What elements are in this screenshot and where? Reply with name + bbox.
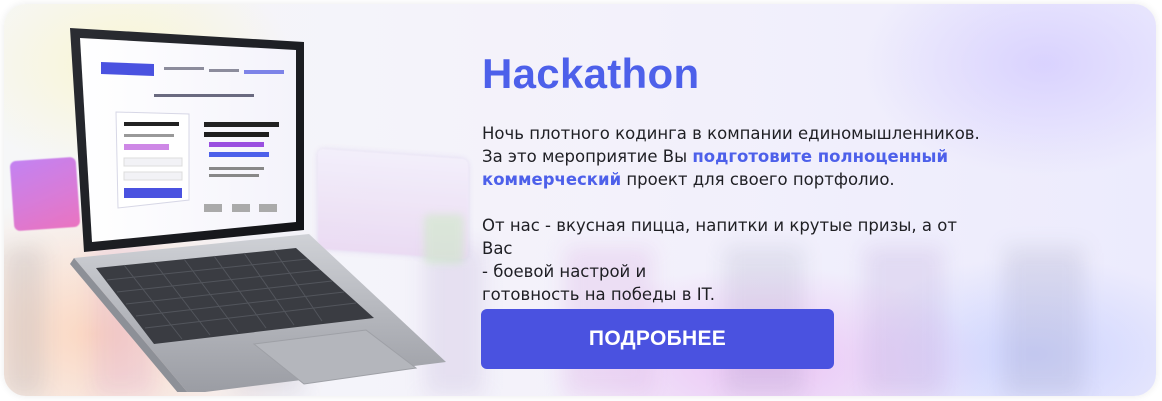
description-line: За это мероприятие Вы подготовите полноц… <box>482 145 982 168</box>
description-line: - боевой настрой и <box>482 262 647 281</box>
description-line: Ночь плотного кодинга в компании единомы… <box>482 124 980 143</box>
description-line: коммерческий проект для своего портфолио… <box>482 168 982 191</box>
description-line: От нас - вкусная пицца, напитки и крутые… <box>482 216 957 258</box>
description-line: готовность на победы в IT. <box>482 285 715 304</box>
highlight-text: коммерческий <box>482 170 622 189</box>
text-span: проект для своего портфолио. <box>621 170 895 189</box>
details-button[interactable]: ПОДРОБНЕЕ <box>481 309 834 369</box>
laptop-illustration <box>70 28 446 392</box>
promo-content: Hackathon Ночь плотного кодинга в компан… <box>482 44 982 306</box>
promo-description: Ночь плотного кодинга в компании единомы… <box>482 122 982 306</box>
text-span: За это мероприятие Вы <box>482 147 693 166</box>
promo-title: Hackathon <box>482 50 700 97</box>
highlight-text: подготовите полноценный <box>692 147 949 166</box>
